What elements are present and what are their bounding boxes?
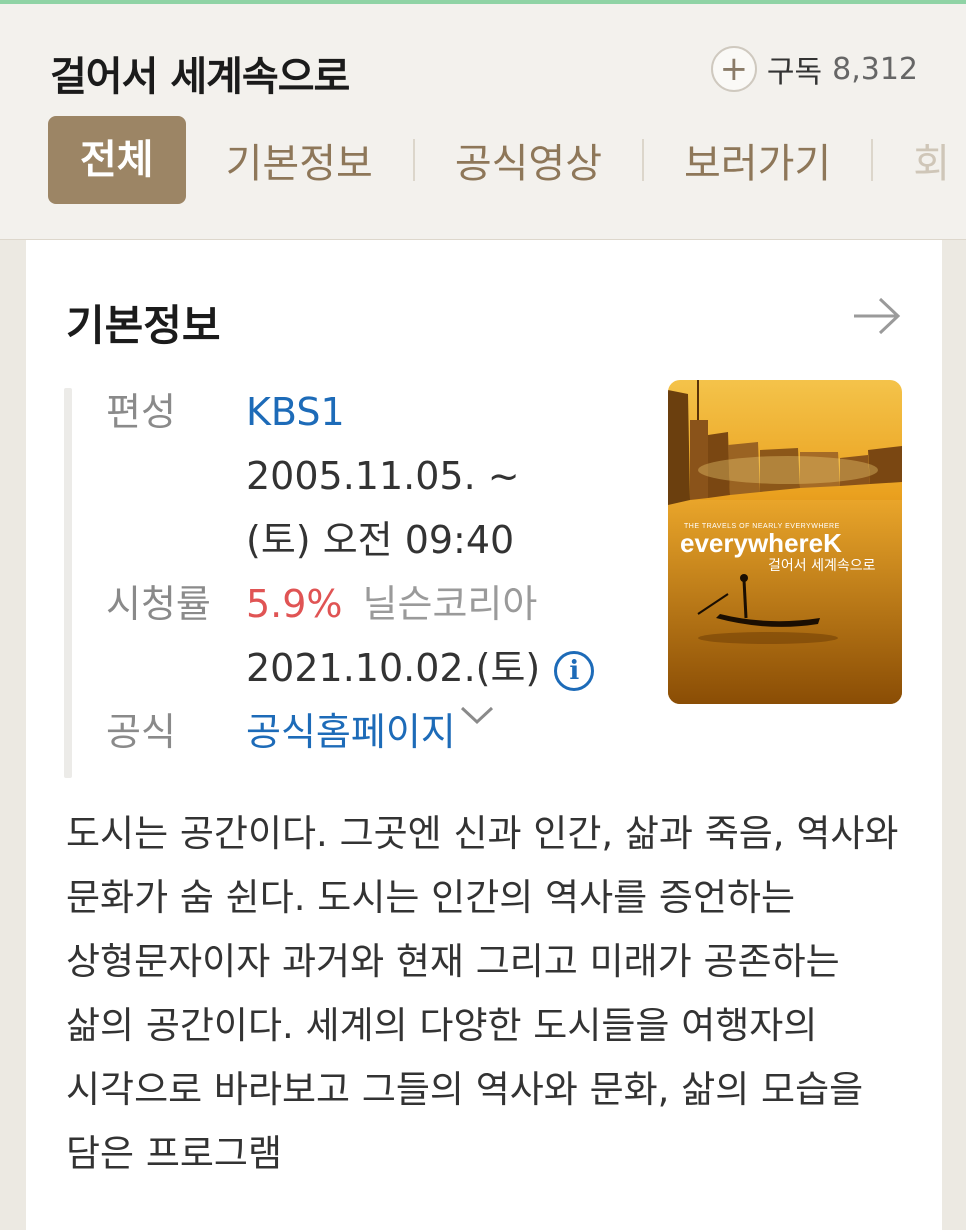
program-title[interactable]: 걸어서 세계속으로 [50,44,350,102]
official-row: 공식 공식홈페이지 [106,700,646,764]
program-header: 걸어서 세계속으로 + 구독 8,312 전체 기본정보 공식영상 보러가기 회 [0,4,966,240]
broadcast-label: 편성 [106,390,176,434]
rating-date-row: 2021.10.02.(토) i [246,636,646,700]
arrow-right-icon[interactable] [852,296,902,336]
official-homepage-link[interactable]: 공식홈페이지 [246,700,456,764]
subscribe-button[interactable]: + 구독 8,312 [710,46,918,92]
subscribe-count: 8,312 [832,51,918,87]
tab-watch[interactable]: 보러가기 [644,131,871,189]
program-poster[interactable]: THE TRAVELS OF NEARLY EVERYWHERE everywh… [668,380,902,704]
info-icon[interactable]: i [554,650,595,691]
tab-bar: 전체 기본정보 공식영상 보러가기 회 [48,116,966,204]
rating-row: 시청률 5.9% 닐슨코리아 [106,572,646,636]
info-list: 편성 KBS1 2005.11.05. ~ (토) 오전 09:40 시청률 5… [106,380,646,764]
official-label: 공식 [106,710,176,754]
broadcast-row: 편성 KBS1 [106,380,646,444]
subscribe-label: 구독 [766,55,823,90]
svg-text:걸어서 세계속으로: 걸어서 세계속으로 [768,558,876,574]
rating-date: 2021.10.02.(토) [246,646,541,690]
tab-official-video[interactable]: 공식영상 [415,131,642,189]
broadcast-time: (토) 오전 09:40 [246,518,515,562]
rating-label: 시청률 [106,582,211,626]
basic-info-card: 기본정보 편성 KBS1 2005.11.05. ~ (토) 오전 09:40 … [26,240,942,1230]
program-description: 도시는 공간이다. 그곳엔 신과 인간, 삶과 죽음, 역사와 문화가 숨 쉰다… [66,812,899,1175]
tab-episodes[interactable]: 회 [873,131,950,189]
chevron-down-icon[interactable] [458,700,496,730]
poster-image: THE TRAVELS OF NEARLY EVERYWHERE everywh… [668,380,902,704]
tab-basic-info[interactable]: 기본정보 [186,131,413,189]
info-side-bar [64,388,72,778]
broadcast-channel-link[interactable]: KBS1 [246,380,345,444]
plus-icon: + [710,46,757,92]
tab-all[interactable]: 전체 [48,116,186,204]
broadcast-period: 2005.11.05. ~ [246,454,520,498]
rating-value: 5.9% [246,582,343,626]
section-title[interactable]: 기본정보 [66,292,221,353]
svg-text:everywhereK: everywhereK [680,528,842,558]
rating-source: 닐슨코리아 [362,582,538,626]
